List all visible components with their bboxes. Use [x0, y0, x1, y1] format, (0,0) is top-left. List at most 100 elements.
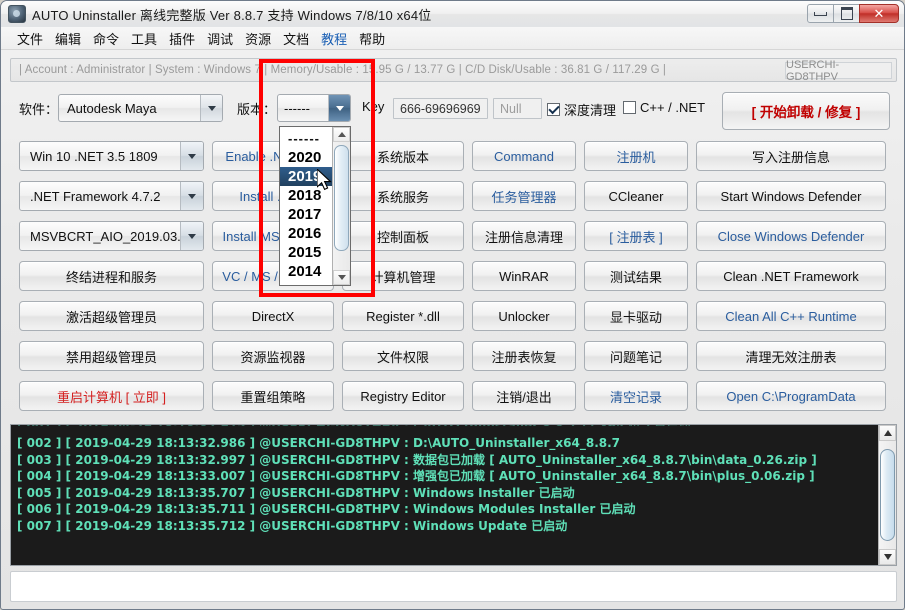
button-system-services[interactable]: 系统服务 — [342, 181, 464, 211]
menu-item-docs[interactable]: 文档 — [277, 27, 315, 50]
button-restart-computer[interactable]: 重启计算机 [ 立即 ] — [19, 381, 204, 411]
menu-item-file[interactable]: 文件 — [11, 27, 49, 50]
dropdown-option-2017[interactable]: 2017 — [280, 205, 332, 224]
button-logout-exit[interactable]: 注销/退出 — [472, 381, 576, 411]
null-input[interactable]: Null — [493, 98, 542, 119]
button-start-windows-defender[interactable]: Start Windows Defender — [696, 181, 886, 211]
button-task-manager[interactable]: 任务管理器 — [472, 181, 576, 211]
button-directx[interactable]: DirectX — [212, 301, 334, 331]
dropdown-scrollbar[interactable] — [332, 127, 350, 285]
button-keygen[interactable]: 注册机 — [584, 141, 688, 171]
scroll-down-icon[interactable] — [333, 270, 350, 285]
version-dropdown-options: ------ 2020 2019 2018 2017 2016 2015 201… — [280, 127, 332, 285]
dropdown-option-2020[interactable]: 2020 — [280, 148, 332, 167]
button-reset-group-policy[interactable]: 重置组策略 — [212, 381, 334, 411]
log-lines: [ 001 ] [ 2019-04-29 18:13:32.975 ] @USE… — [11, 425, 878, 565]
grid-combo-net-framework[interactable]: .NET Framework 4.7.2 — [19, 181, 204, 211]
version-select-value: ------ — [284, 100, 310, 116]
menu-item-resources[interactable]: 资源 — [239, 27, 277, 50]
window-controls: ✕ — [807, 4, 899, 23]
dropdown-option-2015[interactable]: 2015 — [280, 243, 332, 262]
console-scrollbar[interactable] — [878, 425, 896, 565]
chevron-down-icon[interactable] — [328, 95, 350, 121]
button-unlocker[interactable]: Unlocker — [472, 301, 576, 331]
menu-item-help[interactable]: 帮助 — [353, 27, 391, 50]
maximize-button[interactable] — [833, 4, 860, 23]
key-label: Key — [362, 99, 385, 114]
chevron-down-icon[interactable] — [180, 142, 203, 170]
menu-item-edit[interactable]: 编辑 — [49, 27, 87, 50]
log-line: [ 005 ] [ 2019-04-29 18:13:35.707 ] @USE… — [17, 485, 575, 500]
scrollbar-thumb[interactable] — [334, 145, 349, 251]
button-kill-process-service[interactable]: 终结进程和服务 — [19, 261, 204, 291]
log-line: [ 001 ] [ 2019-04-29 18:13:32.975 ] @USE… — [17, 425, 878, 426]
button-ccleaner[interactable]: CCleaner — [584, 181, 688, 211]
button-registry-info-clean[interactable]: 注册信息清理 — [472, 221, 576, 251]
dropdown-option-2016[interactable]: 2016 — [280, 224, 332, 243]
button-registry-editor[interactable]: Registry Editor — [342, 381, 464, 411]
button-disable-admin[interactable]: 禁用超级管理员 — [19, 341, 204, 371]
button-clean-invalid-registry[interactable]: 清理无效注册表 — [696, 341, 886, 371]
software-select[interactable]: Autodesk Maya — [58, 94, 223, 122]
button-clean-net-framework[interactable]: Clean .NET Framework — [696, 261, 886, 291]
software-label: 软件： — [19, 102, 59, 117]
scroll-down-icon[interactable] — [879, 549, 896, 565]
combo-value: MSVBCRT_AIO_2019.03.... — [30, 228, 180, 244]
chevron-down-icon[interactable] — [180, 222, 203, 250]
scroll-up-icon[interactable] — [879, 425, 896, 441]
button-close-windows-defender[interactable]: Close Windows Defender — [696, 221, 886, 251]
menu-item-command[interactable]: 命令 — [87, 27, 125, 50]
system-status-bar: | Account : Administrator | System : Win… — [10, 58, 897, 83]
button-system-version[interactable]: 系统版本 — [342, 141, 464, 171]
deep-clean-checkbox[interactable]: 深度清理 — [547, 100, 616, 119]
scroll-up-icon[interactable] — [333, 127, 350, 142]
version-select[interactable]: ------ — [277, 94, 351, 122]
button-write-registry-info[interactable]: 写入注册信息 — [696, 141, 886, 171]
button-file-permissions[interactable]: 文件权限 — [342, 341, 464, 371]
log-console: [ 001 ] [ 2019-04-29 18:13:32.975 ] @USE… — [10, 424, 897, 566]
maximize-icon — [840, 7, 853, 20]
menu-item-tools[interactable]: 工具 — [125, 27, 163, 50]
application-window: AUTO Uninstaller 离线完整版 Ver 8.8.7 支持 Wind… — [0, 0, 905, 610]
button-command[interactable]: Command — [472, 141, 576, 171]
button-clean-all-cpp-runtime[interactable]: Clean All C++ Runtime — [696, 301, 886, 331]
cpp-net-checkbox[interactable]: C++ / .NET — [623, 100, 705, 115]
dropdown-option-blank[interactable]: ------ — [280, 129, 332, 148]
minimize-button[interactable] — [807, 4, 834, 23]
chevron-down-icon[interactable] — [200, 95, 222, 121]
button-computer-management[interactable]: 计算机管理 — [342, 261, 464, 291]
menu-item-debug[interactable]: 调试 — [201, 27, 239, 50]
button-test-result[interactable]: 测试结果 — [584, 261, 688, 291]
mouse-cursor-icon — [317, 169, 332, 191]
chevron-down-icon[interactable] — [180, 182, 203, 210]
button-graphics-driver[interactable]: 显卡驱动 — [584, 301, 688, 331]
hostname-field: USERCHI-GD8THPV — [785, 59, 892, 83]
version-dropdown-list[interactable]: ------ 2020 2019 2018 2017 2016 2015 201… — [279, 126, 351, 286]
menu-bar: 文件 编辑 命令 工具 插件 调试 资源 文档 教程 帮助 — [1, 27, 904, 50]
button-winrar[interactable]: WinRAR — [472, 261, 576, 291]
menu-item-plugins[interactable]: 插件 — [163, 27, 201, 50]
version-label: 版本： — [237, 102, 277, 117]
grid-combo-win10-net[interactable]: Win 10 .NET 3.5 1809 — [19, 141, 204, 171]
checkbox-unchecked-icon — [623, 101, 636, 114]
app-logo-icon — [8, 5, 26, 23]
scrollbar-thumb[interactable] — [880, 449, 895, 541]
button-register-dll[interactable]: Register *.dll — [342, 301, 464, 331]
button-registry-restore[interactable]: 注册表恢复 — [472, 341, 576, 371]
log-line: [ 007 ] [ 2019-04-29 18:13:35.712 ] @USE… — [17, 518, 568, 533]
button-registry[interactable]: [ 注册表 ] — [584, 221, 688, 251]
menu-item-tutorial[interactable]: 教程 — [315, 27, 353, 50]
window-title: AUTO Uninstaller 离线完整版 Ver 8.8.7 支持 Wind… — [32, 7, 432, 23]
button-resource-monitor[interactable]: 资源监视器 — [212, 341, 334, 371]
button-problem-notes[interactable]: 问题笔记 — [584, 341, 688, 371]
checkbox-checked-icon — [547, 103, 560, 116]
button-control-panel[interactable]: 控制面板 — [342, 221, 464, 251]
button-enable-admin[interactable]: 激活超级管理员 — [19, 301, 204, 331]
button-open-programdata[interactable]: Open C:\ProgramData — [696, 381, 886, 411]
dropdown-option-2014[interactable]: 2014 — [280, 262, 332, 281]
key-input[interactable]: 666-69696969 — [393, 98, 488, 119]
grid-combo-msvbcrt[interactable]: MSVBCRT_AIO_2019.03.... — [19, 221, 204, 251]
button-clear-log[interactable]: 清空记录 — [584, 381, 688, 411]
close-button[interactable]: ✕ — [859, 4, 899, 23]
start-uninstall-button[interactable]: [ 开始卸载 / 修复 ] — [722, 92, 890, 130]
